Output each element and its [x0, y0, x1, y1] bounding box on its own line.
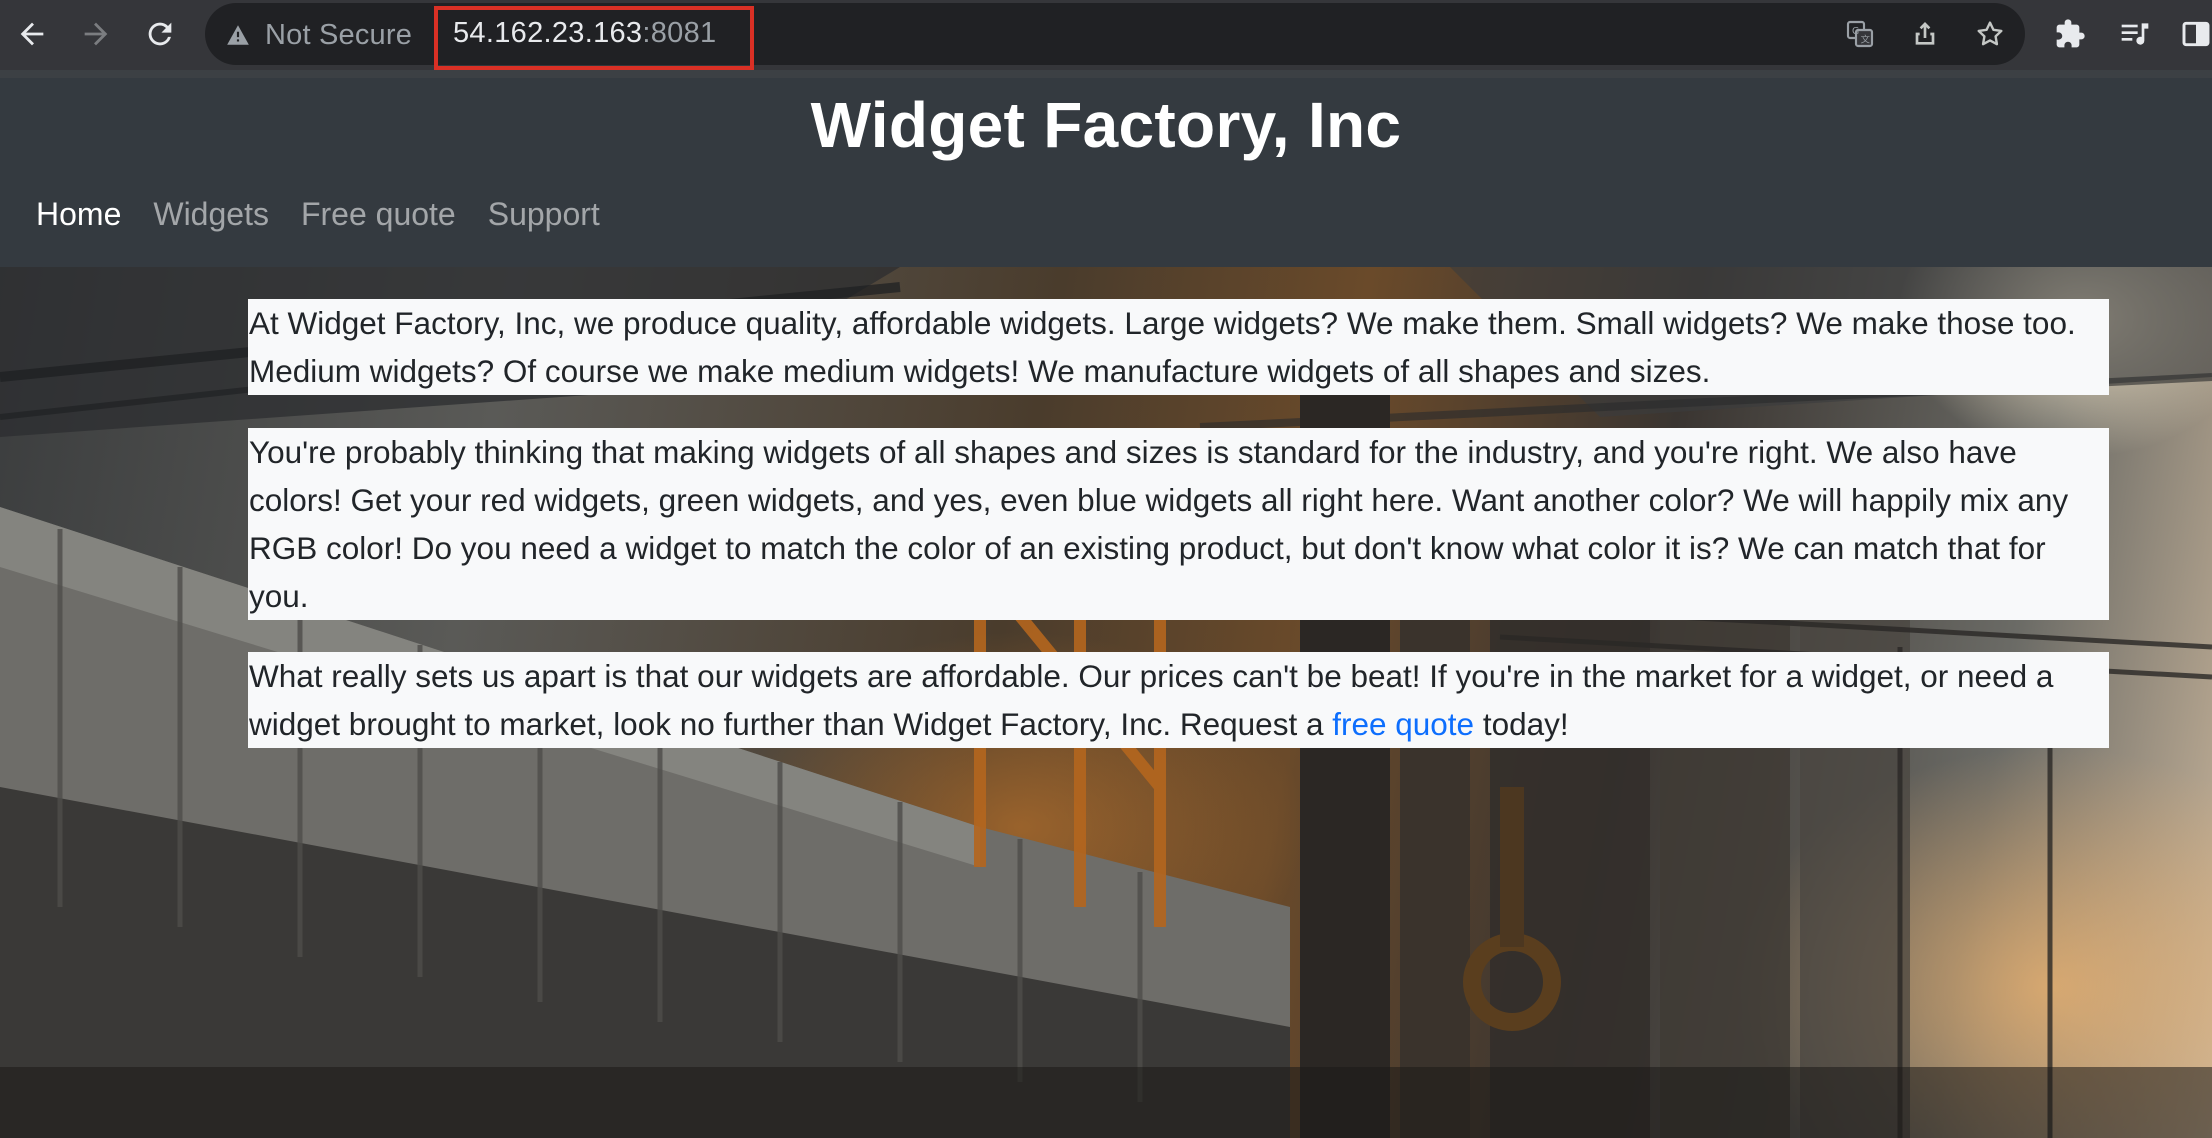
- pricing-paragraph: What really sets us apart is that our wi…: [248, 652, 2109, 748]
- extensions-button[interactable]: [2050, 14, 2090, 54]
- reading-list-button[interactable]: [2115, 14, 2155, 54]
- share-button[interactable]: [1905, 14, 1945, 54]
- bookmark-button[interactable]: [1970, 14, 2010, 54]
- forward-button[interactable]: [74, 12, 118, 56]
- side-panel-button[interactable]: [2176, 14, 2212, 54]
- svg-text:G: G: [1852, 26, 1859, 37]
- forward-icon: [84, 22, 108, 46]
- url-host: 54.162.23.163: [453, 17, 643, 49]
- url-text[interactable]: 54.162.23.163:8081: [453, 17, 716, 50]
- nav-home[interactable]: Home: [36, 194, 121, 234]
- browser-toolbar: Not Secure 54.162.23.163:8081 G文: [0, 0, 2212, 70]
- site-nav: Home Widgets Free quote Support: [36, 194, 600, 234]
- security-indicator[interactable]: Not Secure: [225, 18, 412, 52]
- translate-button[interactable]: G文: [1840, 14, 1880, 54]
- free-quote-link[interactable]: free quote: [1332, 706, 1474, 742]
- reading-list-icon: [2121, 23, 2149, 45]
- share-icon: [1915, 22, 1935, 45]
- warning-icon: [227, 25, 249, 45]
- pricing-text-after: today!: [1474, 706, 1569, 742]
- nav-free-quote[interactable]: Free quote: [301, 194, 456, 234]
- reload-button[interactable]: [138, 12, 182, 56]
- star-icon: [1977, 21, 2003, 46]
- site-header: Widget Factory, Inc Home Widgets Free qu…: [0, 70, 2212, 267]
- url-port: :8081: [642, 17, 717, 49]
- svg-text:文: 文: [1861, 34, 1870, 46]
- back-button[interactable]: [10, 12, 54, 56]
- site-title: Widget Factory, Inc: [810, 89, 1402, 161]
- pricing-text-before: What really sets us apart is that our wi…: [249, 658, 2054, 742]
- colors-paragraph: You're probably thinking that making wid…: [248, 428, 2109, 620]
- side-panel-icon: [2182, 21, 2210, 47]
- intro-paragraph: At Widget Factory, Inc, we produce quali…: [248, 299, 2109, 395]
- nav-widgets[interactable]: Widgets: [153, 194, 269, 234]
- nav-support[interactable]: Support: [488, 194, 600, 234]
- reload-icon: [148, 22, 172, 46]
- back-icon: [20, 22, 44, 46]
- translate-icon: G文: [1846, 20, 1874, 48]
- extensions-icon: [2056, 19, 2085, 48]
- security-label: Not Secure: [265, 18, 413, 51]
